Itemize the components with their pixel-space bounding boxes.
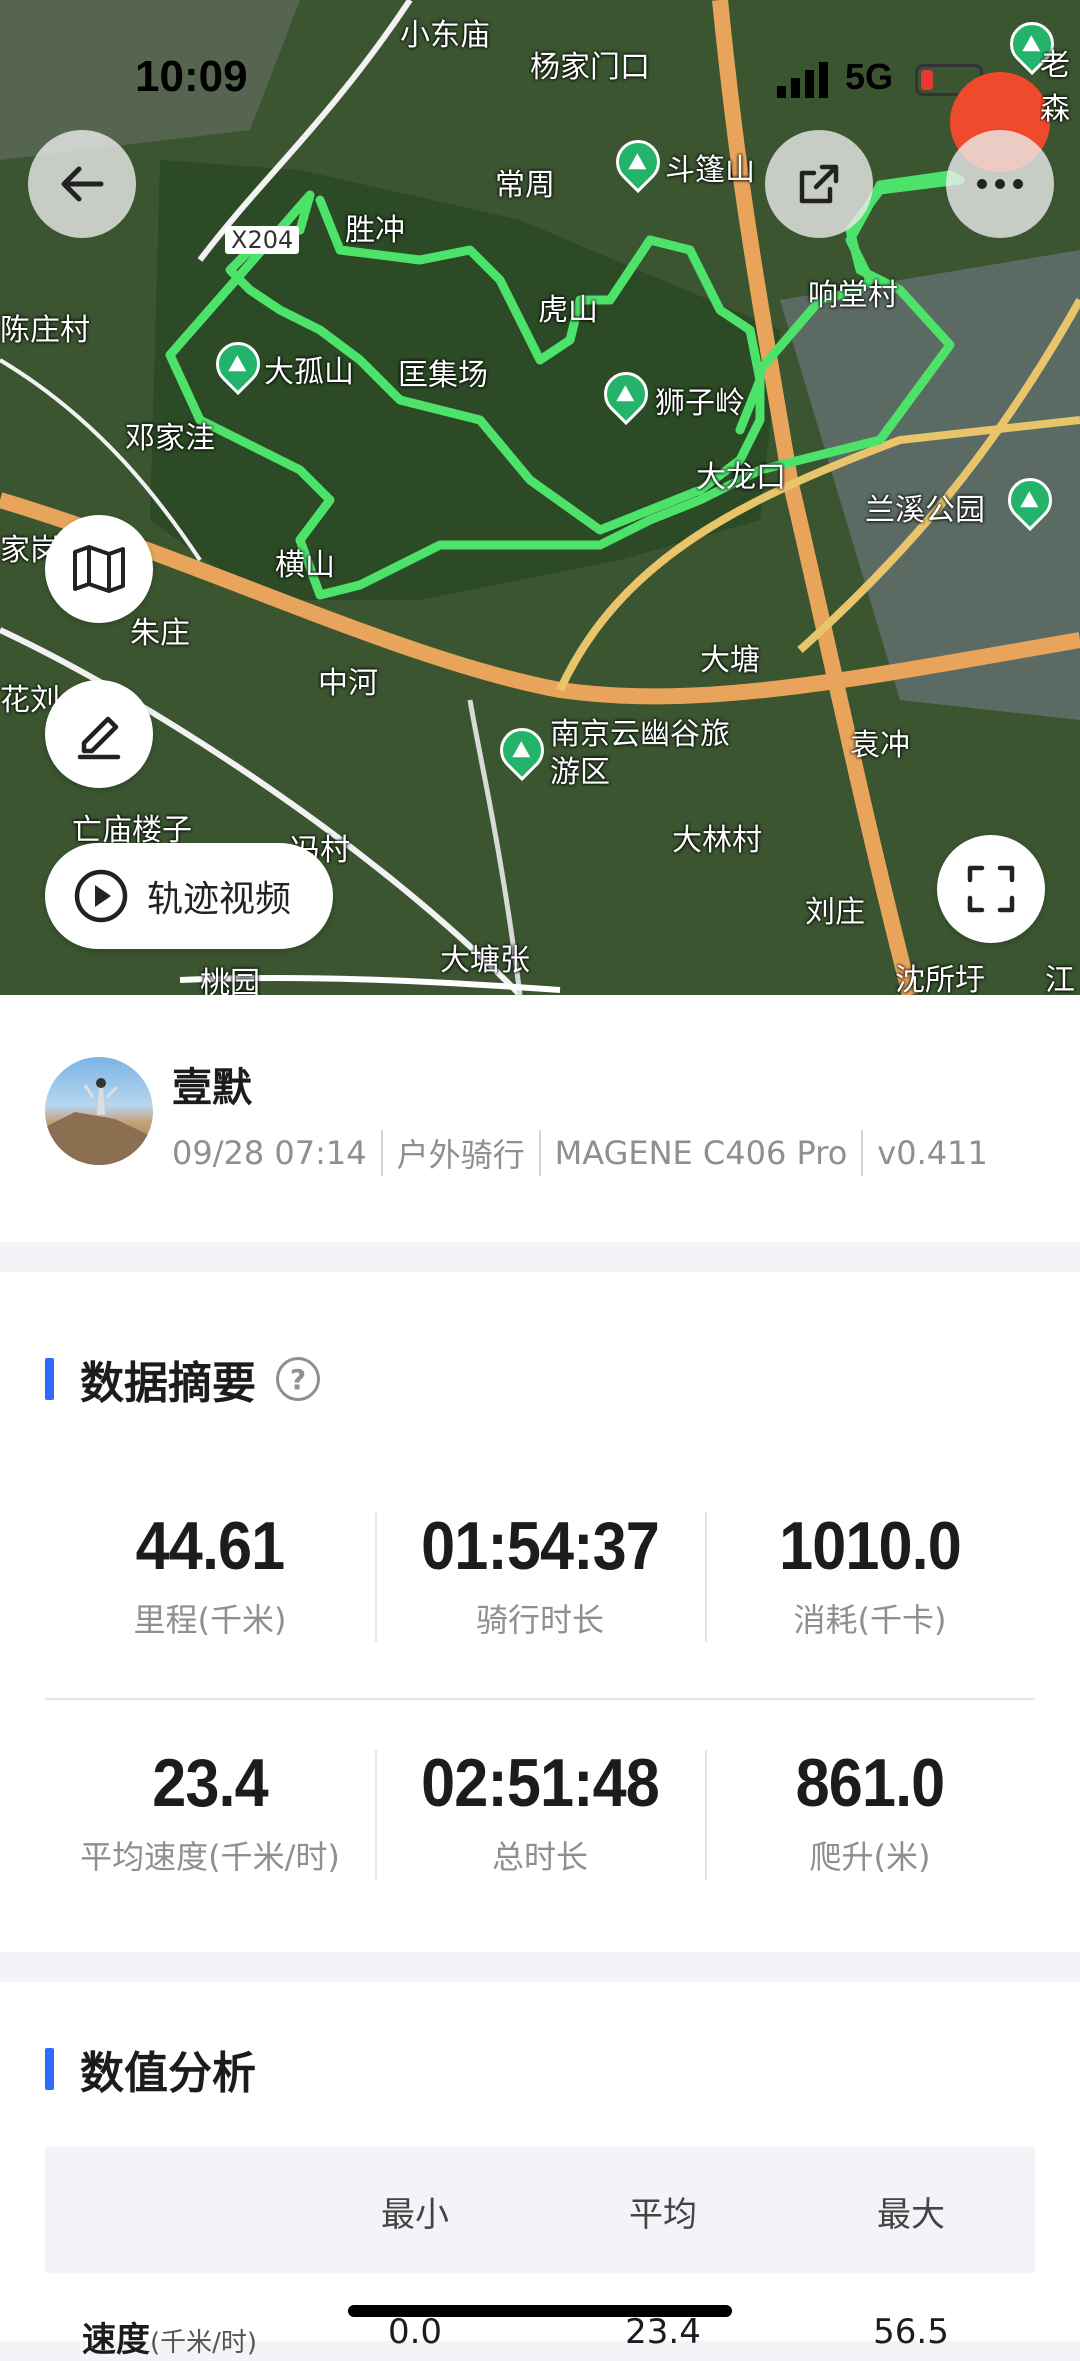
stat-avg-speed: 23.4 平均速度(千米/时) bbox=[80, 1745, 340, 1876]
help-icon[interactable]: ? bbox=[276, 1357, 320, 1401]
activity-date: 09/28 07:14 bbox=[172, 1134, 367, 1172]
map-label: 虎山 bbox=[538, 293, 598, 328]
accent-bar bbox=[45, 1358, 54, 1400]
map-label: 大林村 bbox=[672, 823, 762, 858]
map-label: 横山 bbox=[275, 548, 335, 583]
map-label: 中河 bbox=[318, 666, 378, 701]
map-label: 陈庄村 bbox=[0, 313, 90, 348]
avatar[interactable] bbox=[45, 1057, 153, 1165]
stat-calories: 1010.0 消耗(千卡) bbox=[779, 1508, 962, 1639]
map-label: 桃园 bbox=[200, 966, 260, 995]
divider bbox=[705, 1750, 707, 1880]
activity-device: MAGENE C406 Pro bbox=[554, 1134, 848, 1172]
section-title: 数值分析 bbox=[45, 2037, 256, 2101]
cell-avg: 23.4 bbox=[625, 2312, 701, 2352]
status-time: 10:09 bbox=[135, 52, 248, 101]
map-label: 刘庄 bbox=[805, 895, 865, 930]
map-label: 响堂村 bbox=[808, 278, 898, 313]
section-title: 数据摘要 ? bbox=[45, 1347, 320, 1411]
poi-label: 斗篷山 bbox=[665, 153, 755, 188]
accent-bar bbox=[45, 2048, 54, 2090]
map-label: 江 bbox=[1045, 963, 1075, 995]
map-label: 袁冲 bbox=[850, 728, 910, 763]
divider bbox=[375, 1750, 377, 1880]
map-label: 朱庄 bbox=[130, 616, 190, 651]
map-label: 常周 bbox=[495, 168, 555, 203]
poi-label: 狮子岭 bbox=[655, 386, 745, 421]
stat-total-time: 02:51:48 总时长 bbox=[421, 1745, 660, 1876]
arrow-left-icon bbox=[61, 166, 104, 202]
back-button[interactable] bbox=[28, 130, 136, 238]
table-header: 最小 平均 最大 bbox=[45, 2147, 1035, 2273]
map-label: 大塘 bbox=[700, 643, 760, 678]
more-dots-icon bbox=[977, 179, 1023, 189]
divider bbox=[861, 1130, 864, 1176]
pencil-icon bbox=[77, 716, 121, 760]
fullscreen-button[interactable] bbox=[937, 835, 1045, 943]
map-label: 大塘张 bbox=[440, 943, 530, 978]
track-video-button[interactable]: 轨迹视频 bbox=[45, 843, 333, 949]
play-circle-icon bbox=[74, 869, 128, 923]
row-label: 速度(千米/时) bbox=[82, 2320, 258, 2360]
cell-min: 0.0 bbox=[387, 2312, 443, 2352]
track-video-label: 轨迹视频 bbox=[147, 879, 292, 920]
map-layer-button[interactable] bbox=[45, 515, 153, 623]
stat-elevation-gain: 861.0 爬升(米) bbox=[795, 1745, 946, 1876]
divider bbox=[380, 1130, 383, 1176]
column-avg: 平均 bbox=[629, 2195, 697, 2235]
column-max: 最大 bbox=[877, 2195, 945, 2235]
poi-label: 老森 bbox=[1040, 48, 1070, 127]
home-indicator[interactable] bbox=[348, 2305, 732, 2317]
map-label: 兰溪公园 bbox=[865, 493, 985, 528]
share-icon bbox=[799, 164, 839, 204]
value-analysis-section: 数值分析 最小 平均 最大 速度(千米/时) 0.0 23.4 56.5 bbox=[0, 1982, 1080, 2360]
divider bbox=[375, 1512, 377, 1642]
edit-button[interactable] bbox=[45, 680, 153, 788]
divider bbox=[538, 1130, 541, 1176]
stat-ride-time: 01:54:37 骑行时长 bbox=[421, 1508, 660, 1639]
divider bbox=[705, 1512, 707, 1642]
divider bbox=[45, 1698, 1035, 1700]
route-map[interactable]: 10:09 5G 小东庙 杨家门口 常周 胜冲 X204 虎山 匡集场 陈庄村 … bbox=[0, 0, 1080, 995]
map-label: 小东庙 bbox=[400, 18, 490, 53]
poi-label: 大孤山 bbox=[264, 355, 354, 390]
cellular-signal-icon bbox=[777, 62, 828, 98]
map-label: 杨家门口 bbox=[530, 50, 650, 85]
fullscreen-icon bbox=[967, 865, 1015, 913]
network-type: 5G bbox=[845, 56, 894, 97]
map-label: 胜冲 bbox=[345, 213, 405, 248]
map-label: 大龙口 bbox=[696, 460, 786, 495]
column-min: 最小 bbox=[381, 2195, 449, 2235]
map-label: 沈所圩 bbox=[895, 963, 985, 995]
share-button[interactable] bbox=[765, 130, 873, 238]
more-button[interactable] bbox=[946, 130, 1054, 238]
activity-header: 壹默 09/28 07:14 户外骑行 MAGENE C406 Pro v0.4… bbox=[0, 995, 1080, 1242]
activity-version: v0.411 bbox=[877, 1134, 988, 1172]
activity-meta: 09/28 07:14 户外骑行 MAGENE C406 Pro v0.411 bbox=[172, 1130, 988, 1176]
stat-distance: 44.61 里程(千米) bbox=[133, 1508, 287, 1639]
map-label: 匡集场 bbox=[398, 358, 488, 393]
user-name[interactable]: 壹默 bbox=[172, 1055, 252, 1113]
cell-max: 56.5 bbox=[873, 2312, 949, 2352]
data-summary-section: 数据摘要 ? 44.61 里程(千米) 01:54:37 骑行时长 1010.0… bbox=[0, 1272, 1080, 1952]
map-label: 邓家洼 bbox=[125, 421, 215, 456]
poi-label: 南京云幽谷旅游区 bbox=[550, 717, 730, 790]
map-icon bbox=[73, 545, 125, 593]
road-shield: X204 bbox=[225, 226, 300, 254]
activity-sport: 户外骑行 bbox=[396, 1136, 525, 1174]
